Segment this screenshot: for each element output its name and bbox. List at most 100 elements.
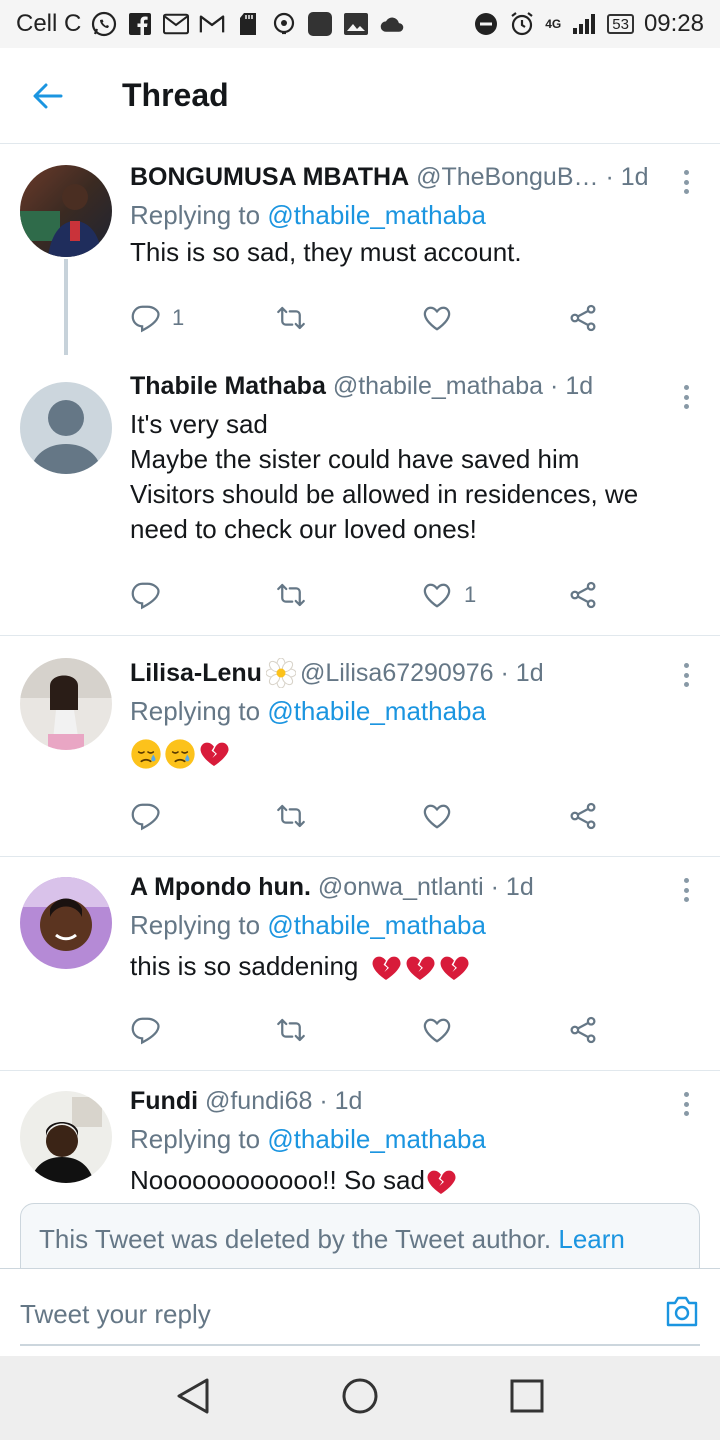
- reply-button[interactable]: [130, 1015, 276, 1045]
- author-name[interactable]: Fundi: [130, 1087, 198, 1116]
- retweet-icon: [276, 303, 306, 333]
- share-button[interactable]: [568, 801, 598, 831]
- avatar[interactable]: [20, 165, 112, 257]
- tweet-item[interactable]: BONGUMUSA MBATHA @TheBonguB… · 1d Replyi…: [0, 145, 720, 355]
- clock: 09:28: [643, 10, 704, 37]
- author-handle[interactable]: @TheBonguB…: [416, 163, 598, 192]
- mention-link[interactable]: @thabile_mathaba: [267, 696, 486, 726]
- retweet-button[interactable]: [276, 303, 422, 333]
- author-handle[interactable]: @onwa_ntlanti: [318, 873, 484, 902]
- tweet-text: This is so sad, they must account.: [130, 237, 522, 267]
- dnd-icon: [473, 11, 499, 37]
- nav-home-button[interactable]: [340, 1376, 380, 1421]
- app-icon: [307, 11, 333, 37]
- sd-card-icon: [235, 11, 261, 37]
- tweet-item[interactable]: Lilisa-Lenu @Lilisa67290976 · 1d Replying…: [0, 636, 720, 858]
- network-label: 4G: [545, 17, 562, 31]
- whatsapp-icon: [91, 11, 117, 37]
- more-options-button[interactable]: [674, 382, 698, 412]
- retweet-button[interactable]: [276, 801, 422, 831]
- reply-button[interactable]: 1: [130, 303, 276, 333]
- tweet-header: Fundi @fundi68 · 1d: [130, 1087, 660, 1116]
- avatar[interactable]: [20, 658, 112, 750]
- tweet-time: 1d: [515, 658, 544, 687]
- back-button[interactable]: [0, 48, 96, 144]
- camera-button[interactable]: [664, 1295, 700, 1334]
- author-handle[interactable]: @Lilisa67290976: [300, 659, 494, 688]
- avatar[interactable]: [20, 382, 112, 474]
- more-options-button[interactable]: [674, 167, 698, 197]
- author-name[interactable]: BONGUMUSA MBATHA: [130, 163, 409, 192]
- heart-icon: [422, 1015, 452, 1045]
- share-icon: [568, 1015, 598, 1045]
- author-name[interactable]: Thabile Mathaba: [130, 372, 326, 401]
- retweet-icon: [276, 801, 306, 831]
- avatar[interactable]: [20, 877, 112, 970]
- replying-to: Replying to @thabile_mathaba: [130, 910, 660, 941]
- more-options-button[interactable]: [674, 875, 698, 905]
- reply-composer[interactable]: Tweet your reply: [0, 1268, 720, 1356]
- app-header: Thread: [0, 48, 720, 144]
- share-button[interactable]: [568, 1015, 598, 1045]
- tweet-item[interactable]: Thabile Mathaba @thabile_mathaba · 1d It…: [0, 368, 720, 636]
- like-button[interactable]: [422, 801, 568, 831]
- nav-recents-button[interactable]: [509, 1378, 545, 1419]
- author-name[interactable]: A Mpondo hun.: [130, 873, 311, 902]
- share-icon: [568, 801, 598, 831]
- retweet-button[interactable]: [276, 580, 422, 610]
- more-options-button[interactable]: [674, 660, 698, 690]
- replying-to-label: Replying to: [130, 1124, 268, 1155]
- battery-level: 53: [612, 15, 629, 33]
- gallery-icon: [343, 11, 369, 37]
- mention-link[interactable]: @thabile_mathaba: [267, 200, 486, 230]
- nav-back-icon: [177, 1378, 209, 1413]
- reply-icon: [130, 801, 160, 831]
- battery-icon: 53: [607, 14, 634, 34]
- replying-to: Replying to @thabile_mathaba: [130, 696, 660, 727]
- share-icon: [568, 303, 598, 333]
- mention-link[interactable]: @thabile_mathaba: [267, 910, 486, 940]
- nav-back-button[interactable]: [175, 1376, 211, 1421]
- reply-button[interactable]: [130, 801, 276, 831]
- separator-dot: ·: [500, 658, 509, 687]
- share-icon: [568, 580, 598, 610]
- more-options-button[interactable]: [674, 1089, 698, 1119]
- heart-icon: [422, 303, 452, 333]
- tweet-time: 1d: [505, 873, 534, 902]
- reply-icon: [130, 580, 160, 610]
- author-handle[interactable]: @thabile_mathaba: [333, 372, 543, 401]
- avatar[interactable]: [20, 1091, 112, 1184]
- tweet-actions: [130, 1000, 660, 1060]
- tweet-time: 1d: [334, 1087, 363, 1116]
- like-button[interactable]: [422, 303, 568, 333]
- mention-link[interactable]: @thabile_mathaba: [267, 1124, 486, 1154]
- reply-button[interactable]: [130, 580, 276, 610]
- tweet-time: 1d: [565, 372, 594, 400]
- tweet-text: this is so saddening: [130, 951, 359, 982]
- tweet-item[interactable]: A Mpondo hun. @onwa_ntlanti · 1d Replyin…: [0, 857, 720, 1072]
- replying-to: Replying to @thabile_mathaba: [130, 1124, 660, 1155]
- like-count: 1: [464, 582, 477, 607]
- like-button[interactable]: [422, 1015, 568, 1045]
- deleted-tweet-notice: This Tweet was deleted by the Tweet auth…: [20, 1203, 700, 1268]
- thread-feed[interactable]: BONGUMUSA MBATHA @TheBonguB… · 1d Replyi…: [0, 145, 720, 1268]
- broken-heart-icon: [425, 1166, 457, 1198]
- retweet-button[interactable]: [276, 1015, 422, 1045]
- tweet-text: Noooooooooooo!! So sad: [130, 1165, 425, 1196]
- reply-input[interactable]: Tweet your reply: [20, 1299, 211, 1330]
- tweet-text-row: this is so saddening: [130, 949, 660, 984]
- learn-more-link[interactable]: Learn: [558, 1224, 625, 1254]
- tweet-text: It's very sad Maybe the sister could hav…: [130, 407, 660, 547]
- sad-face-icon: [164, 738, 196, 770]
- author-name[interactable]: Lilisa-Lenu: [130, 659, 262, 688]
- share-button[interactable]: [568, 303, 598, 333]
- share-button[interactable]: [568, 580, 598, 610]
- gmail-icon: [199, 11, 225, 37]
- replying-to: Replying to @thabile_mathaba: [130, 200, 660, 231]
- broken-heart-icon: [370, 952, 402, 984]
- tweet-text-line: need to check our loved ones!: [130, 514, 477, 544]
- like-button[interactable]: 1: [422, 580, 568, 610]
- retweet-icon: [276, 1015, 306, 1045]
- author-handle[interactable]: @fundi68: [205, 1087, 312, 1116]
- separator-dot: ·: [605, 163, 614, 191]
